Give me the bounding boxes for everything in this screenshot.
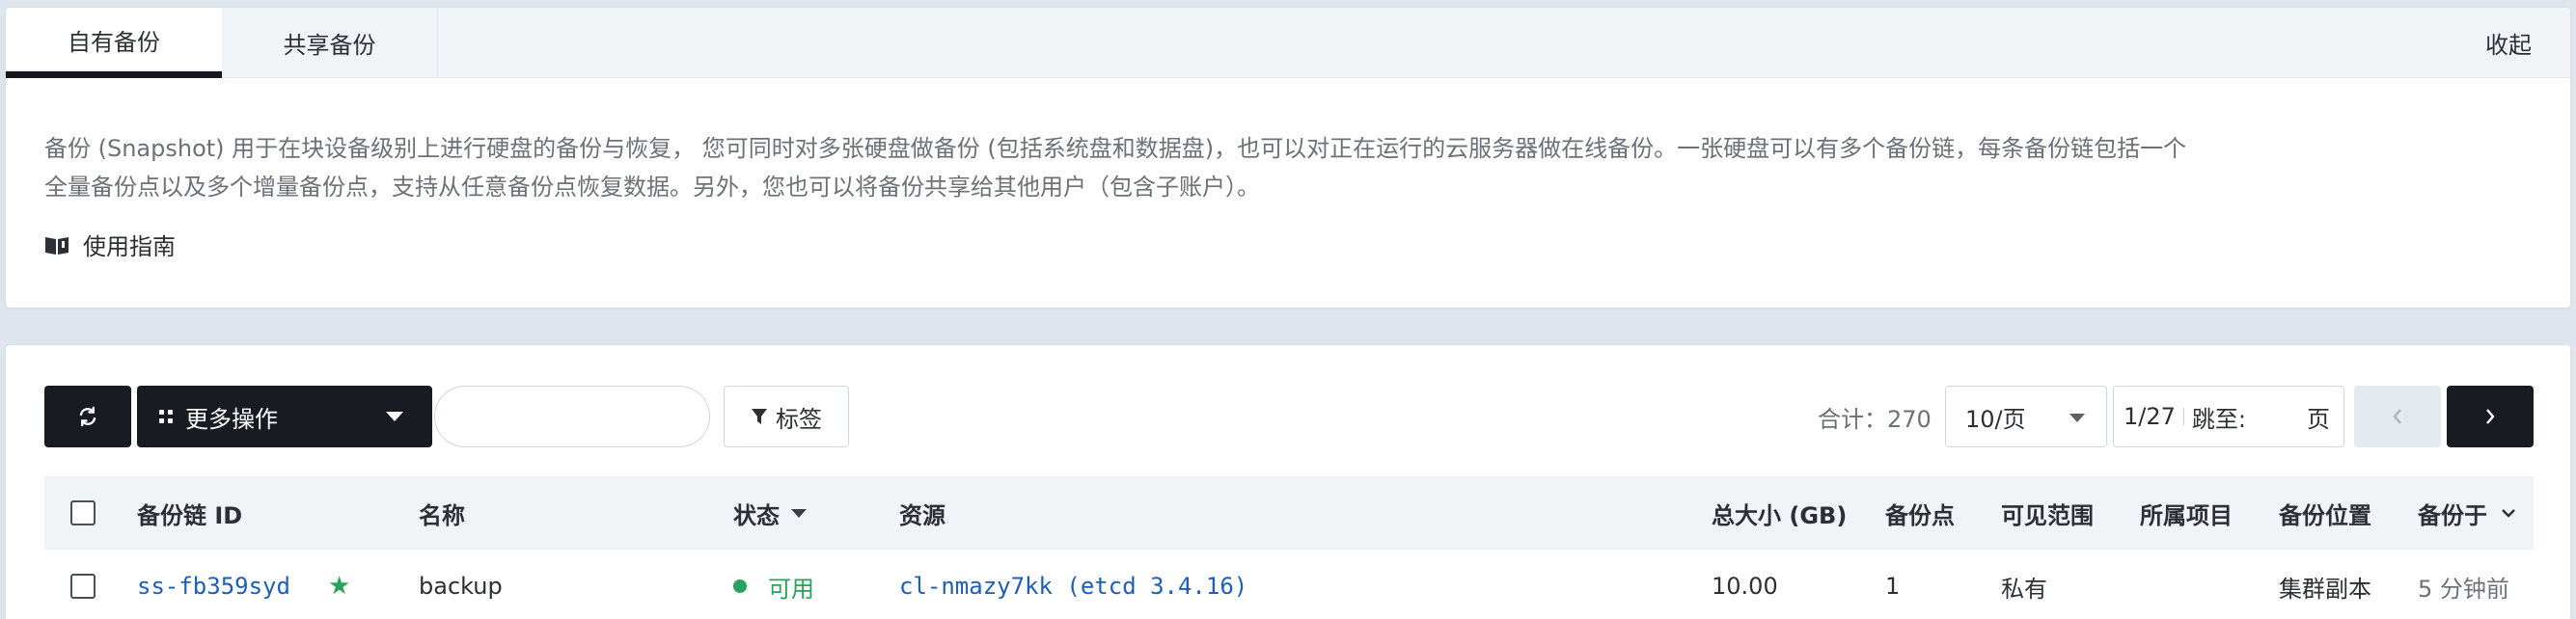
info-panel: 自有备份 共享备份 收起 备份 (Snapshot) 用于在块设备级别上进行硬盘…	[6, 8, 2570, 308]
prev-page-button[interactable]	[2354, 386, 2441, 447]
page-jump: 1/27 跳至: 页	[2113, 386, 2344, 447]
chevron-down-icon	[2069, 414, 2085, 422]
status-dot-icon	[733, 579, 747, 593]
description: 备份 (Snapshot) 用于在块设备级别上进行硬盘的备份与恢复， 您可同时对…	[44, 129, 2206, 206]
tag-filter-label: 标签	[776, 405, 822, 433]
table-row: ss-fb359syd ★ backup 可用 cl-nmazy7kk (etc…	[44, 550, 2534, 619]
column-header-id: 备份链 ID	[137, 501, 243, 529]
time-value: 5 分钟前	[2418, 575, 2509, 603]
row-checkbox[interactable]	[70, 574, 96, 599]
tab-bar: 自有备份 共享备份 收起	[6, 8, 2570, 78]
more-actions-dropdown[interactable]: 更多操作	[137, 386, 432, 447]
page-size-select[interactable]: 10/页	[1945, 386, 2107, 447]
jump-label: 跳至:	[2191, 405, 2246, 433]
visibility-value: 私有	[2001, 575, 2047, 603]
status-cell: 可用	[733, 550, 814, 619]
collapse-button[interactable]: 收起	[2485, 8, 2532, 78]
chevron-left-icon	[2393, 409, 2401, 424]
column-header-time: 备份于	[2418, 501, 2487, 529]
table-header: 备份链 ID 名称 状态 资源 总大小 (GB) 备份点 可见范围 所属项目 备…	[44, 476, 2534, 550]
total-count: 合计：270	[1818, 405, 1932, 433]
status-text: 可用	[768, 575, 814, 603]
chevron-down-icon	[2502, 509, 2515, 518]
tag-filter-button[interactable]: 标签	[724, 386, 849, 447]
next-page-button[interactable]	[2447, 386, 2534, 447]
page-size-value: 10/页	[1965, 405, 2026, 433]
column-header-resource: 资源	[899, 501, 945, 529]
tab-shared-backups[interactable]: 共享备份	[222, 8, 438, 78]
column-header-location: 备份位置	[2279, 501, 2371, 529]
more-actions-label: 更多操作	[185, 405, 278, 433]
resource-link[interactable]: cl-nmazy7kk (etcd 3.4.16)	[899, 550, 1247, 619]
select-all-checkbox[interactable]	[70, 500, 96, 525]
tab-own-backups[interactable]: 自有备份	[6, 8, 222, 78]
column-header-project: 所属项目	[2140, 501, 2233, 529]
backup-id-link[interactable]: ss-fb359syd	[137, 550, 290, 619]
refresh-icon	[79, 406, 96, 427]
grid-icon	[159, 410, 173, 423]
column-header-points: 备份点	[1885, 501, 1955, 529]
user-guide-label: 使用指南	[83, 233, 176, 260]
size-value: 10.00	[1712, 573, 1778, 600]
column-header-visibility: 可见范围	[2001, 501, 2094, 529]
column-header-name: 名称	[419, 501, 465, 529]
page-unit: 页	[2307, 405, 2330, 433]
filter-icon	[752, 409, 767, 424]
chevron-right-icon	[2486, 409, 2495, 424]
star-icon[interactable]: ★	[328, 550, 350, 619]
description-line-1: 备份 (Snapshot) 用于在块设备级别上进行硬盘的备份与恢复， 您可同时对…	[44, 135, 2187, 162]
location-value: 集群副本	[2279, 575, 2371, 603]
current-page: 1/27	[2124, 403, 2176, 430]
column-header-status[interactable]: 状态	[733, 476, 807, 550]
chevron-down-icon	[386, 412, 403, 421]
book-icon	[45, 236, 69, 255]
points-value: 1	[1885, 573, 1901, 600]
backup-list-panel: 更多操作 标签 合计：270 10/页 1/27 跳至: 页 备份链 ID 名称…	[6, 345, 2570, 619]
column-settings-button[interactable]	[2501, 476, 2516, 550]
backup-name: backup	[419, 573, 503, 600]
column-header-size: 总大小 (GB)	[1712, 501, 1848, 529]
user-guide-link[interactable]: 使用指南	[44, 228, 176, 261]
refresh-button[interactable]	[44, 386, 131, 447]
caret-down-icon	[791, 508, 807, 518]
description-line-2: 全量备份点以及多个增量备份点，支持从任意备份点恢复数据。另外，您也可以将备份共享…	[44, 174, 1260, 201]
status-header-label: 状态	[733, 501, 780, 529]
search-input[interactable]	[434, 386, 710, 447]
divider	[2182, 408, 2184, 425]
